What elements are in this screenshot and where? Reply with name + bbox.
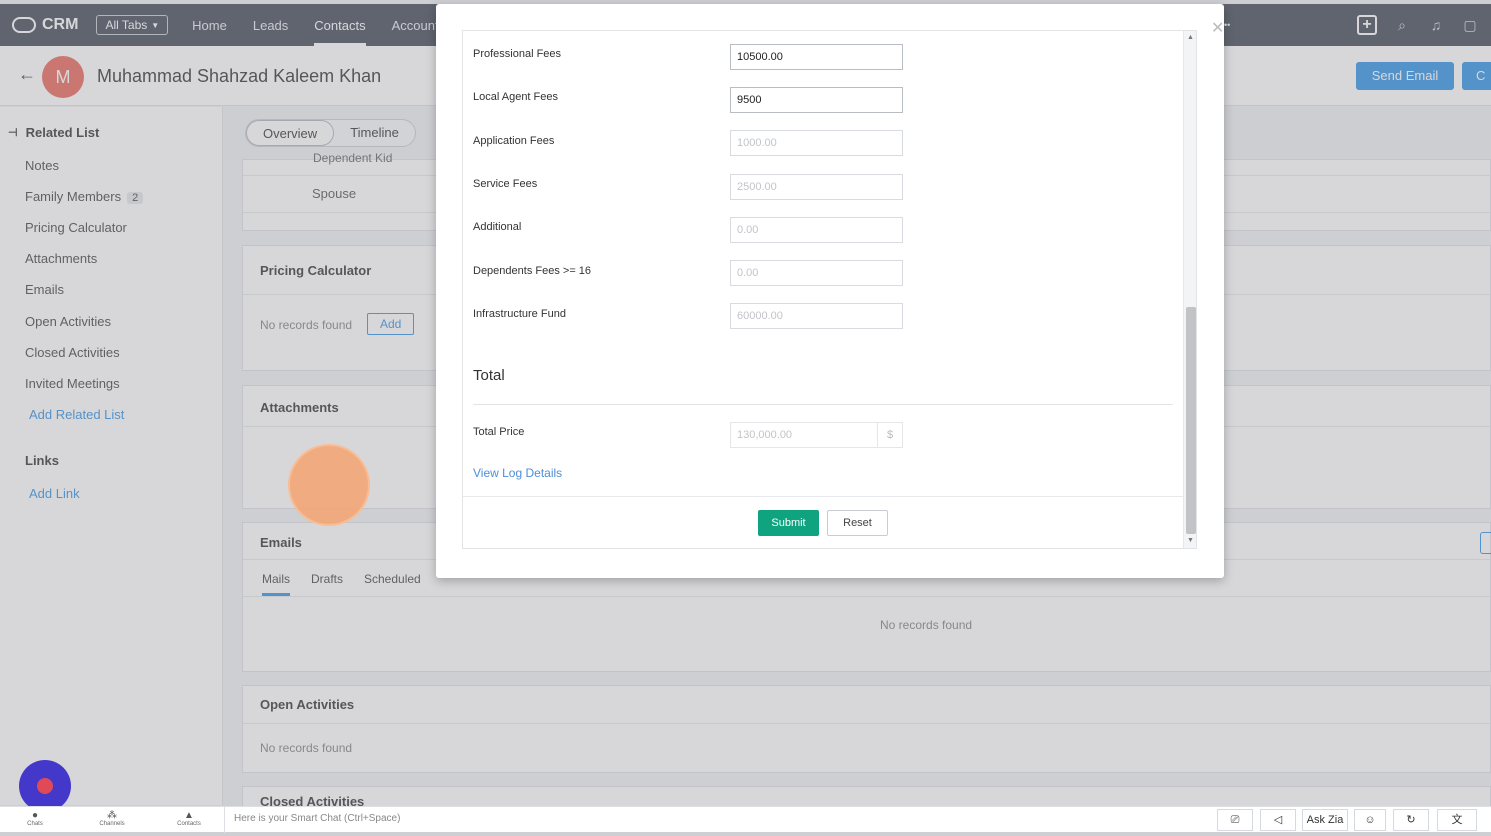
- local-agent-fees-input[interactable]: 9500: [730, 87, 903, 113]
- channels-icon: ⁂: [107, 810, 117, 821]
- contacts-button[interactable]: ▲ Contacts: [169, 810, 209, 827]
- professional-fees-label: Professional Fees: [473, 48, 562, 60]
- ask-zia-button[interactable]: Ask Zia: [1302, 809, 1348, 831]
- close-icon[interactable]: ✕: [1211, 18, 1224, 38]
- click-highlight: [288, 444, 370, 526]
- smart-chat-input[interactable]: Here is your Smart Chat (Ctrl+Space): [224, 807, 400, 833]
- service-fees-label: Service Fees: [473, 178, 538, 190]
- feedback-icon[interactable]: ☺: [1354, 809, 1386, 831]
- submit-button[interactable]: Submit: [758, 510, 819, 536]
- chat-icon: ●: [31, 810, 39, 821]
- local-agent-fees-label: Local Agent Fees: [473, 91, 559, 103]
- scrollbar-thumb[interactable]: [1186, 307, 1196, 534]
- total-price-label: Total Price: [473, 426, 525, 438]
- application-fees-label: Application Fees: [473, 135, 555, 147]
- footer-divider: [463, 496, 1183, 497]
- infrastructure-fund-label: Infrastructure Fund: [473, 308, 566, 320]
- refresh-icon[interactable]: ↻: [1393, 809, 1429, 831]
- chats-label: Chats: [27, 821, 43, 827]
- total-section-title: Total: [473, 367, 505, 384]
- screen-share-icon[interactable]: ⎚: [1217, 809, 1253, 831]
- dependents-fees-input[interactable]: 0.00: [730, 260, 903, 286]
- pricing-form-frame: Professional Fees 10500.00 Local Agent F…: [462, 30, 1197, 549]
- dependents-fees-label: Dependents Fees >= 16: [473, 265, 592, 277]
- form-scrollbar[interactable]: ▲ ▼: [1183, 31, 1196, 548]
- currency-addon: $: [877, 422, 903, 448]
- total-divider: [473, 404, 1173, 405]
- announcement-icon[interactable]: ◁: [1260, 809, 1296, 831]
- pricing-calculator-modal: Professional Fees 10500.00 Local Agent F…: [436, 4, 1224, 578]
- reset-button[interactable]: Reset: [827, 510, 888, 536]
- contacts-icon: ▲: [184, 810, 194, 821]
- scroll-up-icon[interactable]: ▲: [1187, 34, 1194, 41]
- professional-fees-input[interactable]: 10500.00: [730, 44, 903, 70]
- scroll-down-icon[interactable]: ▼: [1187, 537, 1194, 544]
- contacts-label: Contacts: [177, 821, 201, 827]
- translate-icon[interactable]: 文: [1437, 809, 1477, 831]
- record-button[interactable]: [19, 760, 71, 812]
- application-fees-input[interactable]: 1000.00: [730, 130, 903, 156]
- view-log-details-link[interactable]: View Log Details: [473, 466, 562, 480]
- additional-label: Additional: [473, 221, 522, 233]
- total-price-input[interactable]: 130,000.00: [730, 422, 878, 448]
- additional-input[interactable]: 0.00: [730, 217, 903, 243]
- bottom-bar: ● Chats ⁂ Channels ▲ Contacts Here is your …: [0, 806, 1491, 833]
- chats-button[interactable]: ● Chats: [15, 810, 55, 827]
- channels-button[interactable]: ⁂ Channels: [92, 810, 132, 827]
- more-icon[interactable]: ••: [1224, 20, 1230, 30]
- infrastructure-fund-input[interactable]: 60000.00: [730, 303, 903, 329]
- service-fees-input[interactable]: 2500.00: [730, 174, 903, 200]
- channels-label: Channels: [99, 821, 125, 827]
